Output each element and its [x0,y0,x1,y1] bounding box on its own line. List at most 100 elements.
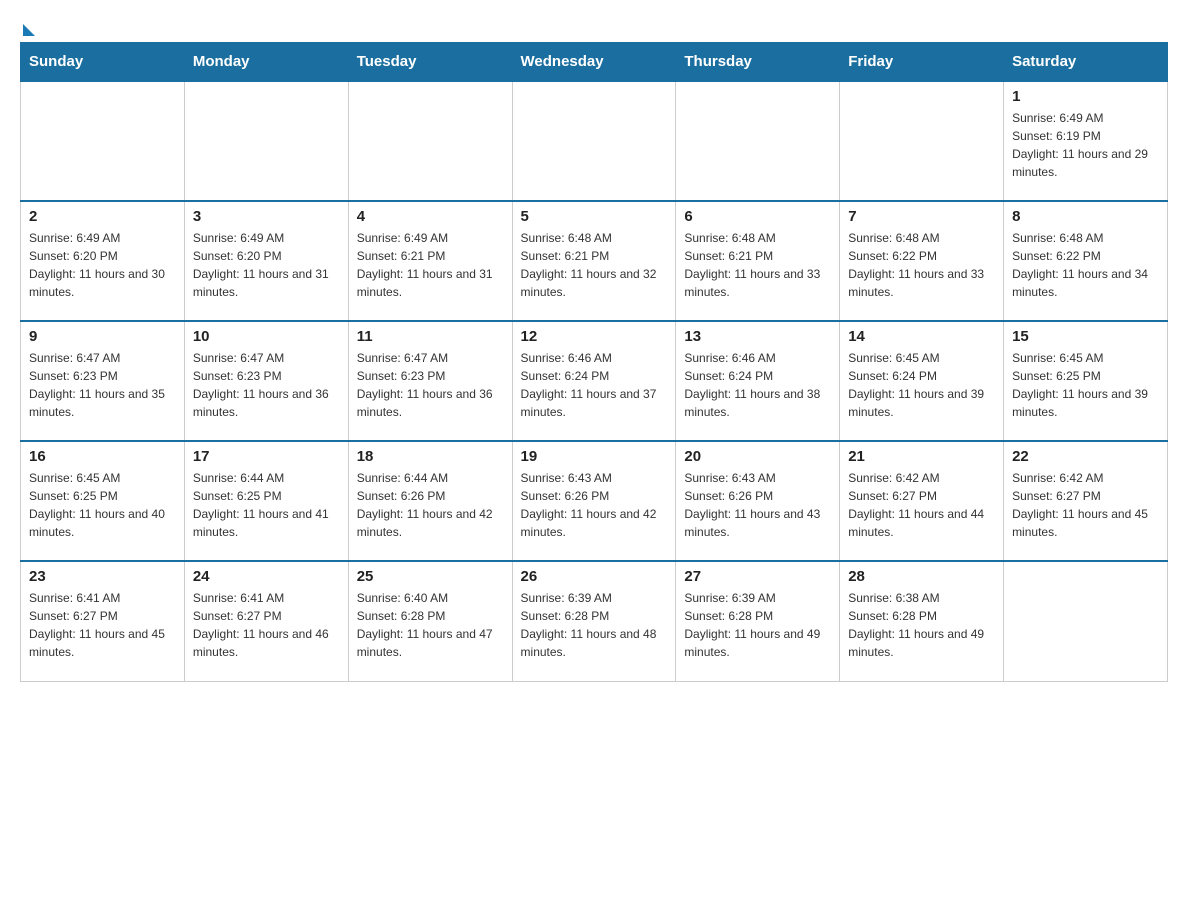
calendar-cell [676,81,840,201]
day-number: 11 [357,328,504,345]
calendar-cell: 18 Sunrise: 6:44 AM Sunset: 6:26 PM Dayli… [348,441,512,561]
day-number: 17 [193,448,340,465]
calendar-cell: 14Sunrise: 6:45 AM Sunset: 6:24 PM Dayli… [840,321,1004,441]
day-number: 4 [357,208,504,225]
day-info: Sunrise: 6:47 AM Sunset: 6:23 PM Dayligh… [357,349,504,421]
calendar-week-row: 16 Sunrise: 6:45 AM Sunset: 6:25 PM Dayli… [21,441,1168,561]
logo-general [20,20,35,36]
day-info: Sunrise: 6:40 AM Sunset: 6:28 PM Dayligh… [357,589,504,661]
day-info: Sunrise: 6:48 AM Sunset: 6:21 PM Dayligh… [521,229,668,301]
day-info: Sunrise: 6:44 AM Sunset: 6:26 PM Dayligh… [357,469,504,541]
day-of-week-header: Friday [840,43,1004,82]
calendar-cell: 6Sunrise: 6:48 AM Sunset: 6:21 PM Daylig… [676,201,840,321]
calendar-cell: 22Sunrise: 6:42 AM Sunset: 6:27 PM Dayli… [1004,441,1168,561]
day-of-week-header: Monday [184,43,348,82]
day-of-week-header: Saturday [1004,43,1168,82]
day-info: Sunrise: 6:39 AM Sunset: 6:28 PM Dayligh… [521,589,668,661]
calendar-cell: 28 Sunrise: 6:38 AM Sunset: 6:28 PM Dayli… [840,561,1004,681]
day-info: Sunrise: 6:44 AM Sunset: 6:25 PM Dayligh… [193,469,340,541]
day-info: Sunrise: 6:49 AM Sunset: 6:20 PM Dayligh… [193,229,340,301]
day-info: Sunrise: 6:48 AM Sunset: 6:22 PM Dayligh… [848,229,995,301]
day-number: 2 [29,208,176,225]
day-number: 16 [29,448,176,465]
day-number: 7 [848,208,995,225]
calendar-cell: 15 Sunrise: 6:45 AM Sunset: 6:25 PM Dayli… [1004,321,1168,441]
logo-arrow-icon [23,24,35,36]
logo [20,20,35,32]
day-number: 21 [848,448,995,465]
calendar-cell: 21 Sunrise: 6:42 AM Sunset: 6:27 PM Dayli… [840,441,1004,561]
day-number: 5 [521,208,668,225]
day-number: 9 [29,328,176,345]
day-info: Sunrise: 6:46 AM Sunset: 6:24 PM Dayligh… [521,349,668,421]
day-info: Sunrise: 6:48 AM Sunset: 6:21 PM Dayligh… [684,229,831,301]
day-info: Sunrise: 6:45 AM Sunset: 6:25 PM Dayligh… [29,469,176,541]
calendar-cell [840,81,1004,201]
day-number: 10 [193,328,340,345]
calendar-cell: 12 Sunrise: 6:46 AM Sunset: 6:24 PM Dayli… [512,321,676,441]
day-info: Sunrise: 6:42 AM Sunset: 6:27 PM Dayligh… [848,469,995,541]
calendar-cell: 17 Sunrise: 6:44 AM Sunset: 6:25 PM Dayli… [184,441,348,561]
calendar-week-row: 2 Sunrise: 6:49 AM Sunset: 6:20 PM Daylig… [21,201,1168,321]
calendar-cell: 23 Sunrise: 6:41 AM Sunset: 6:27 PM Dayli… [21,561,185,681]
day-number: 24 [193,568,340,585]
day-number: 19 [521,448,668,465]
day-number: 22 [1012,448,1159,465]
calendar-week-row: 23 Sunrise: 6:41 AM Sunset: 6:27 PM Dayli… [21,561,1168,681]
calendar-cell: 27 Sunrise: 6:39 AM Sunset: 6:28 PM Dayli… [676,561,840,681]
page-header [20,20,1168,32]
day-number: 20 [684,448,831,465]
day-number: 15 [1012,328,1159,345]
calendar-cell: 13Sunrise: 6:46 AM Sunset: 6:24 PM Dayli… [676,321,840,441]
day-info: Sunrise: 6:49 AM Sunset: 6:20 PM Dayligh… [29,229,176,301]
day-of-week-header: Wednesday [512,43,676,82]
day-number: 1 [1012,88,1159,105]
day-number: 18 [357,448,504,465]
calendar-cell: 20 Sunrise: 6:43 AM Sunset: 6:26 PM Dayli… [676,441,840,561]
calendar-cell: 26 Sunrise: 6:39 AM Sunset: 6:28 PM Dayli… [512,561,676,681]
calendar-week-row: 1Sunrise: 6:49 AM Sunset: 6:19 PM Daylig… [21,81,1168,201]
day-info: Sunrise: 6:38 AM Sunset: 6:28 PM Dayligh… [848,589,995,661]
calendar-cell: 4 Sunrise: 6:49 AM Sunset: 6:21 PM Daylig… [348,201,512,321]
day-info: Sunrise: 6:48 AM Sunset: 6:22 PM Dayligh… [1012,229,1159,301]
day-number: 26 [521,568,668,585]
calendar-cell: 10 Sunrise: 6:47 AM Sunset: 6:23 PM Dayli… [184,321,348,441]
day-info: Sunrise: 6:45 AM Sunset: 6:25 PM Dayligh… [1012,349,1159,421]
calendar-cell: 11 Sunrise: 6:47 AM Sunset: 6:23 PM Dayli… [348,321,512,441]
day-number: 8 [1012,208,1159,225]
calendar-cell: 5 Sunrise: 6:48 AM Sunset: 6:21 PM Daylig… [512,201,676,321]
calendar-cell: 16 Sunrise: 6:45 AM Sunset: 6:25 PM Dayli… [21,441,185,561]
day-number: 28 [848,568,995,585]
day-number: 27 [684,568,831,585]
day-info: Sunrise: 6:47 AM Sunset: 6:23 PM Dayligh… [193,349,340,421]
day-info: Sunrise: 6:43 AM Sunset: 6:26 PM Dayligh… [684,469,831,541]
calendar-week-row: 9 Sunrise: 6:47 AM Sunset: 6:23 PM Daylig… [21,321,1168,441]
day-info: Sunrise: 6:39 AM Sunset: 6:28 PM Dayligh… [684,589,831,661]
day-info: Sunrise: 6:46 AM Sunset: 6:24 PM Dayligh… [684,349,831,421]
calendar-cell: 1Sunrise: 6:49 AM Sunset: 6:19 PM Daylig… [1004,81,1168,201]
calendar-cell [21,81,185,201]
day-number: 3 [193,208,340,225]
calendar-cell: 2 Sunrise: 6:49 AM Sunset: 6:20 PM Daylig… [21,201,185,321]
calendar-cell [512,81,676,201]
day-info: Sunrise: 6:49 AM Sunset: 6:21 PM Dayligh… [357,229,504,301]
calendar-cell [1004,561,1168,681]
day-info: Sunrise: 6:41 AM Sunset: 6:27 PM Dayligh… [29,589,176,661]
calendar-cell: 9 Sunrise: 6:47 AM Sunset: 6:23 PM Daylig… [21,321,185,441]
day-number: 25 [357,568,504,585]
day-number: 12 [521,328,668,345]
calendar-header-row: SundayMondayTuesdayWednesdayThursdayFrid… [21,43,1168,82]
calendar-cell: 19 Sunrise: 6:43 AM Sunset: 6:26 PM Dayli… [512,441,676,561]
day-info: Sunrise: 6:41 AM Sunset: 6:27 PM Dayligh… [193,589,340,661]
calendar-cell: 25 Sunrise: 6:40 AM Sunset: 6:28 PM Dayli… [348,561,512,681]
calendar-cell: 24 Sunrise: 6:41 AM Sunset: 6:27 PM Dayli… [184,561,348,681]
day-number: 23 [29,568,176,585]
calendar-cell: 7 Sunrise: 6:48 AM Sunset: 6:22 PM Daylig… [840,201,1004,321]
day-info: Sunrise: 6:45 AM Sunset: 6:24 PM Dayligh… [848,349,995,421]
day-info: Sunrise: 6:47 AM Sunset: 6:23 PM Dayligh… [29,349,176,421]
day-of-week-header: Sunday [21,43,185,82]
day-info: Sunrise: 6:43 AM Sunset: 6:26 PM Dayligh… [521,469,668,541]
calendar-cell [184,81,348,201]
calendar-cell: 3 Sunrise: 6:49 AM Sunset: 6:20 PM Daylig… [184,201,348,321]
calendar-cell [348,81,512,201]
